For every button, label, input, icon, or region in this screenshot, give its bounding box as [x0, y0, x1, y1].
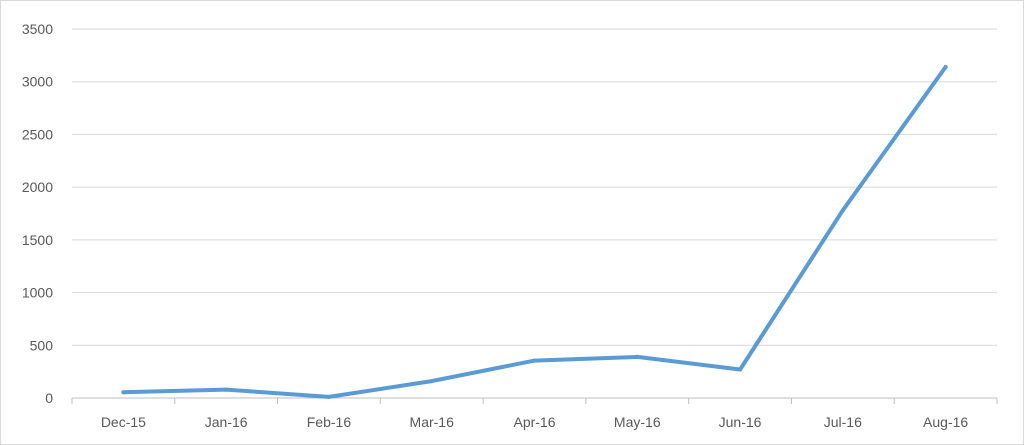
y-tick-label: 1000 — [22, 285, 53, 301]
line-chart: 0 500 1000 1500 2000 2500 3000 3500 Dec-15 Jan-1… — [22, 21, 998, 430]
x-tick-label: Dec-15 — [101, 414, 146, 430]
y-tick-label: 2500 — [22, 126, 53, 142]
series-layer — [121, 64, 948, 399]
data-point — [224, 387, 229, 392]
y-tick-label: 3000 — [22, 74, 53, 90]
y-tick-label: 500 — [30, 337, 54, 353]
data-point — [840, 208, 845, 213]
data-point — [532, 358, 537, 363]
x-tick-label: Aug-16 — [923, 414, 968, 430]
data-point — [121, 390, 126, 395]
x-tick-label: Jan-16 — [205, 414, 248, 430]
grid-layer — [71, 28, 998, 404]
y-tick-label: 0 — [45, 390, 53, 406]
x-tick-label: May-16 — [614, 414, 661, 430]
data-point — [738, 367, 743, 372]
x-axis-ticks: Dec-15 Jan-16 Feb-16 Mar-16 Apr-16 May-16 Jun-… — [101, 414, 969, 430]
y-tick-label: 3500 — [22, 21, 53, 37]
y-tick-label: 1500 — [22, 232, 53, 248]
x-tick-label: Mar-16 — [410, 414, 455, 430]
y-tick-label: 2000 — [22, 179, 53, 195]
x-tick-label: Feb-16 — [307, 414, 352, 430]
y-axis-ticks: 0 500 1000 1500 2000 2500 3000 3500 — [22, 21, 53, 406]
x-tick-label: Apr-16 — [513, 414, 555, 430]
data-point — [943, 64, 948, 69]
series-line-0 — [121, 65, 948, 399]
data-point — [635, 354, 640, 359]
data-point — [429, 379, 434, 384]
x-tick-label: Jun-16 — [719, 414, 762, 430]
data-point — [326, 394, 331, 399]
chart-frame: 0 500 1000 1500 2000 2500 3000 3500 Dec-15 Jan-1… — [0, 0, 1024, 445]
x-tick-label: Jul-16 — [824, 414, 862, 430]
